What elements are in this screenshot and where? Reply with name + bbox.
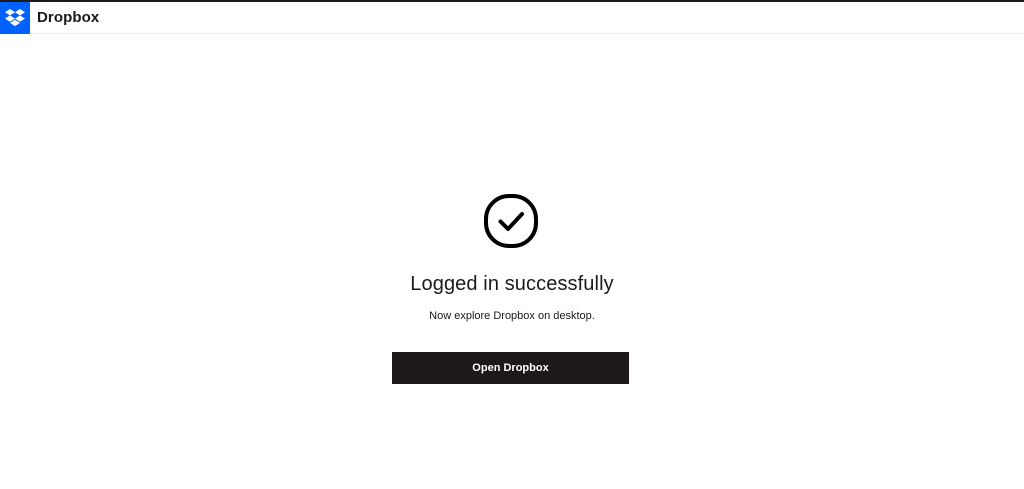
page-title: Logged in successfully [410, 273, 614, 295]
dropbox-logo-icon[interactable] [0, 1, 30, 34]
page-subtitle: Now explore Dropbox on desktop. [429, 310, 595, 322]
dropbox-logo-glyph [5, 8, 25, 26]
check-circle-icon [484, 194, 538, 248]
main-content: Logged in successfully Now explore Dropb… [0, 0, 1024, 489]
header-bar: Dropbox [0, 1, 1024, 34]
brand-name[interactable]: Dropbox [37, 9, 99, 26]
open-dropbox-button[interactable]: Open Dropbox [392, 352, 629, 384]
